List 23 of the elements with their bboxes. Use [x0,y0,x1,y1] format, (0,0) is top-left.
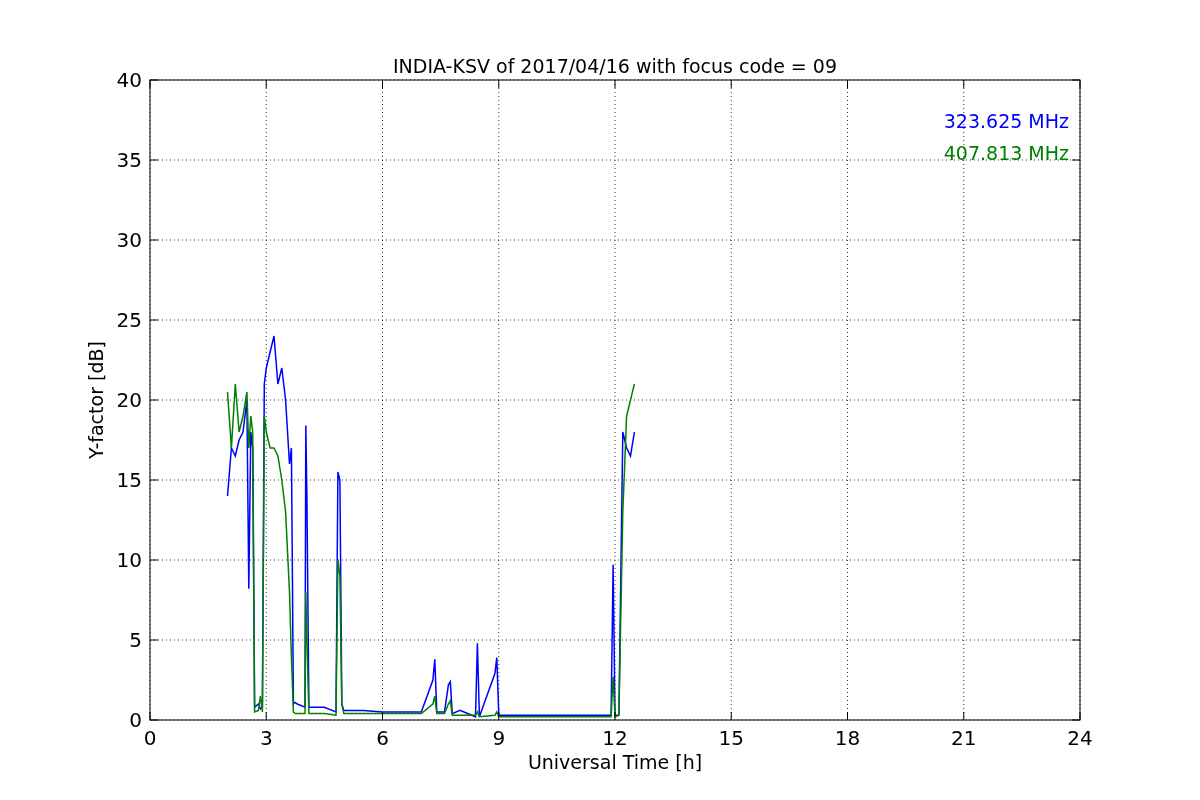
x-tick-label: 6 [376,726,389,750]
y-tick-label: 5 [129,628,142,652]
x-tick-label: 15 [718,726,744,750]
y-tick-label: 20 [116,388,142,412]
x-tick-label: 3 [259,726,273,750]
y-tick-label: 15 [116,468,142,492]
legend-label: 407.813 MHz [943,142,1069,164]
x-tick-label: 18 [834,726,861,750]
x-tick-label: 12 [602,726,628,750]
x-tick-label: 24 [1067,726,1093,750]
y-tick-label: 25 [116,308,142,332]
legend-label: 323.625 MHz [943,110,1069,132]
x-tick-label: 21 [951,726,977,750]
x-tick-label: 0 [143,726,157,750]
y-tick-label: 30 [116,228,142,252]
y-axis-label: Y-factor [dB] [85,341,107,459]
x-tick-label: 9 [492,726,506,750]
chart-title: INDIA-KSV of 2017/04/16 with focus code = 09 [393,55,837,77]
y-tick-label: 35 [116,148,142,172]
x-axis-label: Universal Time [h] [527,751,703,773]
y-tick-label: 40 [116,68,142,92]
y-tick-label: 0 [129,708,142,732]
y-tick-label: 10 [116,548,142,572]
